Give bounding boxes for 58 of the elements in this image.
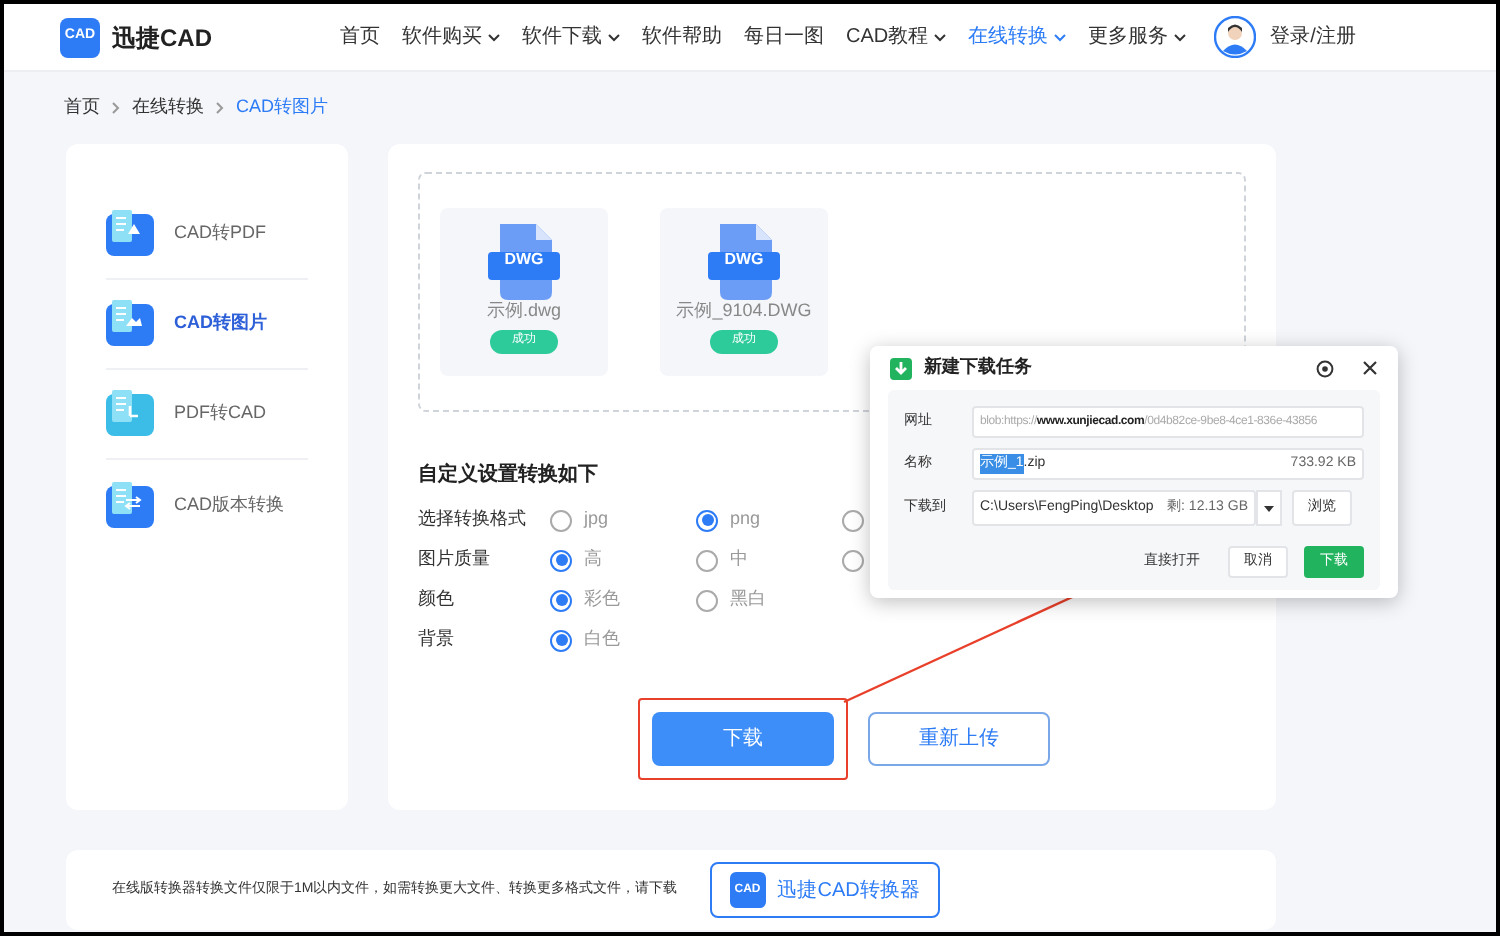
sidebar-item[interactable]: CAD版本转换 xyxy=(106,460,308,550)
file-icon xyxy=(708,224,780,300)
radio-option[interactable]: 黑白 xyxy=(696,586,842,614)
radio-button[interactable] xyxy=(842,509,864,531)
settings-title: 自定义设置转换如下 xyxy=(418,460,598,490)
nav-link[interactable]: CAD教程 xyxy=(846,22,947,52)
radio-button[interactable] xyxy=(842,549,864,571)
download-button[interactable]: 下载 xyxy=(652,712,834,766)
radio-option[interactable]: 彩色 xyxy=(550,586,696,614)
setting-label: 图片质量 xyxy=(418,546,492,573)
document-icon xyxy=(106,481,154,529)
file-name: 示例.dwg xyxy=(486,298,561,324)
reupload-button[interactable]: 重新上传 xyxy=(868,712,1050,766)
sidebar-item[interactable]: CAD转PDF xyxy=(106,190,308,280)
radio-button[interactable] xyxy=(550,509,572,531)
settings-icon[interactable] xyxy=(1316,359,1334,377)
nav-link[interactable]: 在线转换 xyxy=(968,22,1067,52)
chevron-icon xyxy=(112,102,120,114)
document-icon xyxy=(106,210,154,258)
caret-icon xyxy=(1264,505,1274,511)
radio-option[interactable]: png xyxy=(696,506,842,534)
nav-link[interactable]: 软件帮助 xyxy=(642,22,722,52)
chevron-icon xyxy=(216,102,224,114)
nav-link[interactable]: 软件下载 xyxy=(522,22,620,52)
sidebar-item[interactable]: CAD转图片 xyxy=(106,280,308,370)
nav-link[interactable]: 首页 xyxy=(340,22,380,52)
file-type-label: DWG xyxy=(504,248,544,272)
avatar-icon[interactable] xyxy=(1214,16,1257,58)
sidebar-item[interactable]: PDF转CAD xyxy=(106,370,308,460)
radio-button[interactable] xyxy=(696,549,718,571)
breadcrumb-link[interactable]: 在线转换 xyxy=(132,94,204,122)
radio-button[interactable] xyxy=(696,509,718,531)
radio-option[interactable]: 高 xyxy=(550,546,696,574)
site-logo-text: 迅捷CAD xyxy=(112,21,212,55)
nav-link[interactable]: 软件购买 xyxy=(402,22,500,52)
close-icon[interactable] xyxy=(1362,360,1378,376)
breadcrumb-link[interactable]: CAD转图片 xyxy=(236,94,329,122)
radio-option[interactable]: jpg xyxy=(550,506,696,534)
document-icon xyxy=(106,300,154,348)
download-icon xyxy=(890,357,912,379)
setting-label: 背景 xyxy=(418,626,456,653)
nav-link[interactable]: 更多服务 xyxy=(1088,22,1187,52)
nav-link[interactable]: 每日一图 xyxy=(744,22,824,52)
radio-button[interactable] xyxy=(550,549,572,571)
file-name: 示例_9104.DWG xyxy=(676,298,812,324)
path-dropdown[interactable] xyxy=(1256,490,1282,526)
setting-label: 选择转换格式 xyxy=(418,506,528,533)
dialog-title: 新建下载任务 xyxy=(924,354,1032,381)
file-icon xyxy=(488,224,560,300)
radio-option[interactable]: 白色 xyxy=(550,626,696,654)
setting-label: 颜色 xyxy=(418,586,456,613)
radio-button[interactable] xyxy=(550,629,572,651)
breadcrumb-link[interactable]: 首页 xyxy=(64,94,100,122)
radio-button[interactable] xyxy=(550,589,572,611)
file-type-label: DWG xyxy=(724,248,764,272)
radio-button[interactable] xyxy=(696,589,718,611)
login-link[interactable]: 登录/注册 xyxy=(1270,22,1356,52)
document-icon xyxy=(106,390,154,438)
